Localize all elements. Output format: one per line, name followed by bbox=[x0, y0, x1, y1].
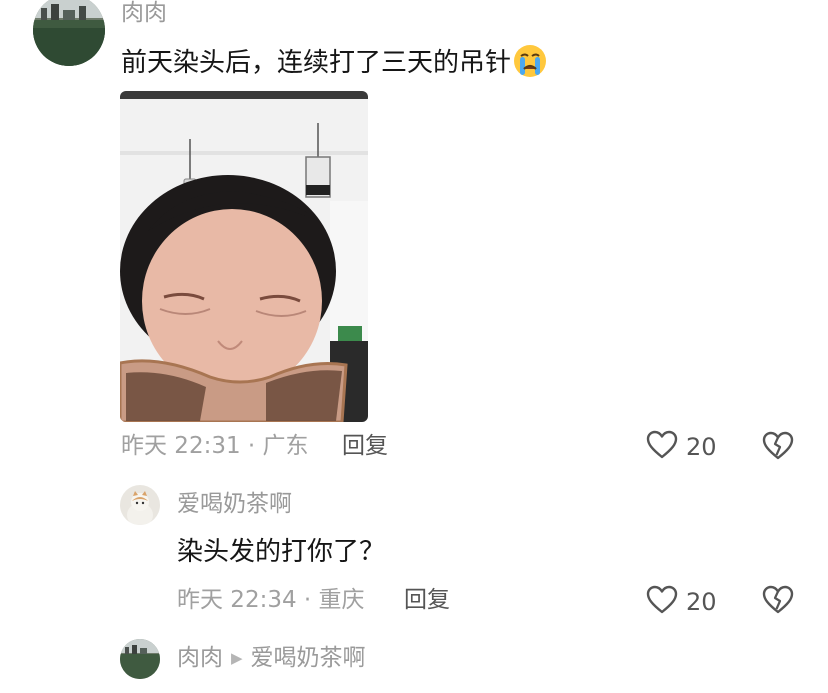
heart-icon bbox=[646, 585, 678, 619]
like-count: 20 bbox=[686, 588, 717, 616]
heart-icon bbox=[646, 430, 678, 464]
comment-meta: 昨天 22:34 · 重庆 bbox=[177, 587, 365, 613]
avatar[interactable] bbox=[120, 639, 160, 679]
comment-author[interactable]: 爱喝奶茶啊 bbox=[177, 493, 292, 516]
comment-meta: 昨天 22:31 · 广东 bbox=[121, 433, 309, 459]
crying-face-icon bbox=[511, 44, 549, 83]
comment-author[interactable]: 肉肉 bbox=[121, 2, 167, 25]
dislike-button[interactable] bbox=[762, 585, 794, 619]
like-button[interactable]: 20 bbox=[646, 430, 717, 464]
comment-body: 染头发的打你了？ bbox=[177, 537, 386, 567]
dislike-button[interactable] bbox=[762, 431, 794, 465]
comment-text: 前天染头后，连续打了三天的吊针 bbox=[121, 44, 549, 83]
caret-right-icon: ▶ bbox=[231, 649, 243, 667]
broken-heart-icon bbox=[762, 585, 794, 619]
avatar[interactable] bbox=[120, 485, 160, 525]
like-count: 20 bbox=[686, 433, 717, 461]
comment-body: 前天染头后，连续打了三天的吊针 bbox=[121, 48, 512, 78]
broken-heart-icon bbox=[762, 431, 794, 465]
reply-button[interactable]: 回复 bbox=[404, 589, 450, 612]
reply-button[interactable]: 回复 bbox=[342, 435, 388, 458]
reply-thread-authors: 肉肉 ▶ 爱喝奶茶啊 bbox=[177, 647, 366, 670]
avatar[interactable] bbox=[33, 0, 105, 66]
comment-photo[interactable] bbox=[120, 91, 368, 422]
like-button[interactable]: 20 bbox=[646, 585, 717, 619]
comment-author[interactable]: 肉肉 bbox=[177, 645, 223, 671]
reply-to-author[interactable]: 爱喝奶茶啊 bbox=[251, 645, 366, 671]
